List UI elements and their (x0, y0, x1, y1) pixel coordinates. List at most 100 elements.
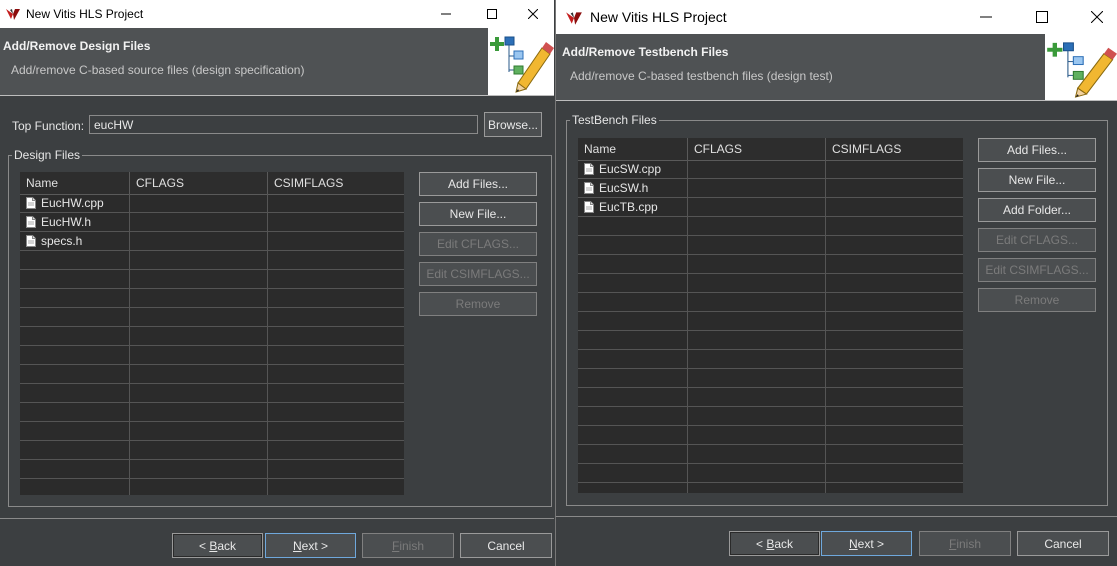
finish-button[interactable]: Finish (919, 531, 1011, 556)
new-file-button[interactable]: New File... (978, 168, 1096, 192)
csimflags-cell (268, 327, 404, 345)
maximize-button[interactable] (1024, 0, 1060, 34)
design-files-table[interactable]: Name CFLAGS CSIMFLAGS EucHW.cpp EucHW.h sp… (20, 172, 404, 495)
cflags-cell (130, 384, 268, 402)
table-row[interactable]: EucSW.h (578, 179, 963, 198)
next-button[interactable]: Next > (265, 533, 356, 558)
name-cell (20, 270, 130, 288)
add-folder-button[interactable]: Add Folder... (978, 198, 1096, 222)
edit-cflags-label: Edit CFLAGS... (436, 237, 520, 251)
csimflags-cell (826, 160, 963, 178)
column-header-name[interactable]: Name (578, 138, 688, 160)
cflags-cell (130, 365, 268, 383)
csimflags-cell (268, 270, 404, 288)
csimflags-cell (268, 479, 404, 495)
cflags-cell (688, 331, 826, 349)
cflags-cell (130, 289, 268, 307)
name-cell (578, 217, 688, 235)
table-row[interactable]: EucTB.cpp (578, 198, 963, 217)
close-button[interactable] (1079, 0, 1115, 34)
cflags-cell (688, 312, 826, 330)
column-header-name[interactable]: Name (20, 172, 130, 194)
column-header-cflags[interactable]: CFLAGS (688, 138, 826, 160)
cflags-cell (688, 483, 826, 493)
close-button[interactable] (515, 0, 551, 28)
maximize-icon (487, 9, 497, 19)
cflags-cell (130, 422, 268, 440)
csimflags-cell (826, 255, 963, 273)
file-icon (584, 182, 594, 194)
table-row[interactable]: EucHW.h (20, 213, 404, 232)
table-row[interactable]: specs.h (20, 232, 404, 251)
back-button[interactable]: < Back (729, 531, 820, 556)
close-icon (1091, 11, 1103, 23)
minimize-button[interactable] (428, 0, 464, 28)
maximize-button[interactable] (474, 0, 510, 28)
add-files-label: Add Files... (447, 177, 509, 191)
group-title: Design Files (14, 148, 81, 162)
browse-button[interactable]: Browse... (484, 112, 542, 137)
finish-button[interactable]: Finish (362, 533, 454, 558)
wizard-pencil-icon (490, 36, 554, 93)
name-cell: EucTB.cpp (578, 198, 688, 216)
csimflags-cell (826, 312, 963, 330)
cflags-cell (688, 255, 826, 273)
csimflags-cell (826, 350, 963, 368)
cflags-cell (130, 346, 268, 364)
csimflags-cell (268, 441, 404, 459)
remove-button[interactable]: Remove (419, 292, 537, 316)
minimize-icon (980, 16, 992, 18)
new-file-button[interactable]: New File... (419, 202, 537, 226)
cflags-cell (688, 217, 826, 235)
empty-row (578, 217, 963, 236)
back-prefix: < (755, 536, 767, 551)
cflags-cell (130, 479, 268, 495)
top-function-input[interactable] (89, 115, 478, 134)
csimflags-cell (826, 274, 963, 292)
name-cell (578, 293, 688, 311)
remove-button[interactable]: Remove (978, 288, 1096, 312)
next-button[interactable]: Next > (821, 531, 912, 556)
design-files-dialog: New Vitis HLS Project Add/Remove Design … (0, 0, 554, 566)
csimflags-cell (268, 289, 404, 307)
table-header: Name CFLAGS CSIMFLAGS (578, 138, 963, 161)
cflags-cell (688, 464, 826, 482)
column-header-cflags[interactable]: CFLAGS (130, 172, 268, 194)
name-cell (578, 388, 688, 406)
empty-row (578, 426, 963, 445)
table-row[interactable]: EucSW.cpp (578, 160, 963, 179)
file-icon (26, 197, 36, 209)
csimflags-cell (268, 232, 404, 250)
wizard-banner (488, 28, 554, 95)
new-file-label: New File... (1008, 173, 1066, 187)
close-icon (528, 9, 538, 19)
cancel-button[interactable]: Cancel (1017, 531, 1109, 556)
table-body: EucHW.cpp EucHW.h specs.h (20, 194, 404, 495)
csimflags-cell (826, 445, 963, 463)
cancel-button[interactable]: Cancel (460, 533, 552, 558)
edit-csimflags-button[interactable]: Edit CSIMFLAGS... (978, 258, 1096, 282)
edit-cflags-button[interactable]: Edit CFLAGS... (978, 228, 1096, 252)
csimflags-cell (826, 464, 963, 482)
name-cell (578, 483, 688, 493)
footer-separator (0, 518, 554, 519)
file-name: EucHW.h (41, 215, 92, 229)
csimflags-cell (268, 384, 404, 402)
edit-csimflags-button[interactable]: Edit CSIMFLAGS... (419, 262, 537, 286)
minimize-button[interactable] (968, 0, 1004, 34)
add-files-button[interactable]: Add Files... (978, 138, 1096, 162)
testbench-files-table[interactable]: Name CFLAGS CSIMFLAGS EucSW.cpp EucSW.h Eu… (578, 138, 963, 493)
column-header-csimflags[interactable]: CSIMFLAGS (826, 138, 963, 160)
table-row[interactable]: EucHW.cpp (20, 194, 404, 213)
name-cell: EucSW.h (578, 179, 688, 197)
edit-cflags-button[interactable]: Edit CFLAGS... (419, 232, 537, 256)
empty-row (20, 251, 404, 270)
add-files-button[interactable]: Add Files... (419, 172, 537, 196)
top-function-label: Top Function: (12, 119, 85, 133)
empty-row (20, 422, 404, 441)
column-header-csimflags[interactable]: CSIMFLAGS (268, 172, 404, 194)
next-label: Next > (849, 537, 884, 551)
edit-csimflags-label: Edit CSIMFLAGS... (985, 263, 1089, 277)
cflags-cell (130, 403, 268, 421)
back-button[interactable]: < Back (172, 533, 263, 558)
